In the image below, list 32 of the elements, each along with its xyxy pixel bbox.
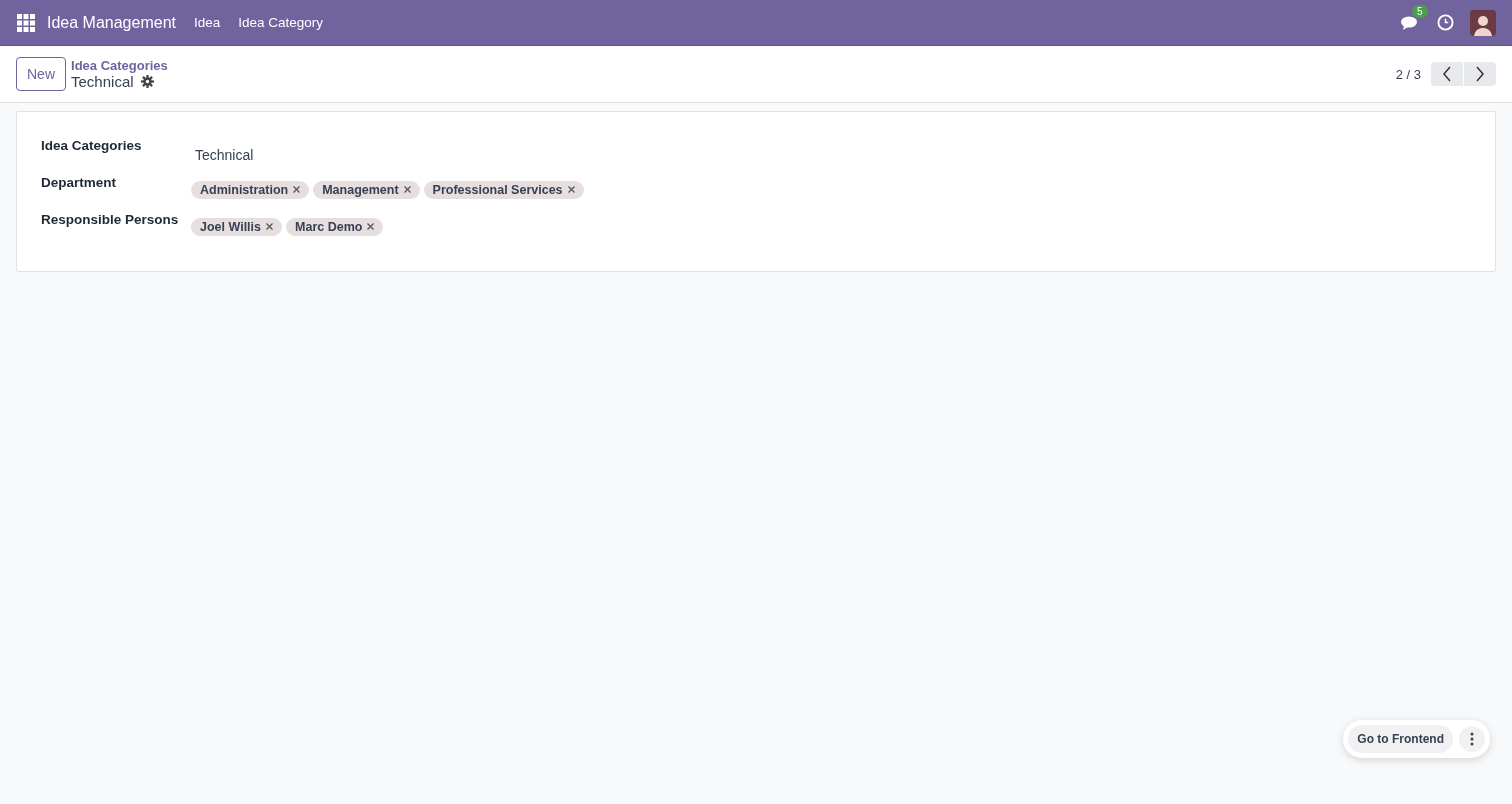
remove-icon[interactable]	[266, 223, 274, 230]
clock-icon[interactable]	[1437, 14, 1454, 31]
tag-chip[interactable]: Administration	[191, 180, 310, 199]
breadcrumb-link[interactable]: Idea Categories	[71, 58, 1396, 73]
field-label: Idea Categories	[41, 137, 143, 153]
menu-item[interactable]: Idea Category	[238, 15, 324, 30]
go-to-frontend-button[interactable]: Go to Frontend	[1348, 725, 1453, 753]
app-title[interactable]: Idea Management	[47, 13, 176, 32]
settings-icon[interactable]	[140, 75, 154, 88]
pager-counter: 2 / 3	[1395, 66, 1421, 82]
menu-item[interactable]: Idea	[194, 15, 221, 30]
previous-button[interactable]	[1431, 62, 1463, 86]
tag-chip[interactable]: Marc Demo	[286, 217, 384, 236]
new-button[interactable]: New	[16, 57, 66, 91]
remove-icon[interactable]	[367, 223, 375, 230]
field-label: Department	[41, 174, 117, 190]
tag-chip[interactable]: Management	[313, 180, 420, 199]
field-label: Responsible Persons	[41, 211, 180, 227]
tag-chip[interactable]: Professional Services	[423, 180, 584, 199]
remove-icon[interactable]	[567, 186, 575, 193]
tag-chip[interactable]: Joel Willis	[191, 217, 283, 236]
next-button[interactable]	[1464, 62, 1496, 86]
record-title: Technical	[71, 73, 134, 90]
chevron-right-icon	[1475, 66, 1485, 82]
chevron-left-icon	[1442, 66, 1452, 82]
vertical-dots-icon	[1470, 732, 1474, 746]
field-value[interactable]: Technical	[191, 142, 1471, 163]
message-count-badge: 5	[1412, 4, 1428, 18]
apps-grid-icon[interactable]	[17, 13, 35, 32]
remove-icon[interactable]	[403, 186, 411, 193]
remove-icon[interactable]	[293, 186, 301, 193]
avatar-icon[interactable]	[1470, 9, 1496, 36]
